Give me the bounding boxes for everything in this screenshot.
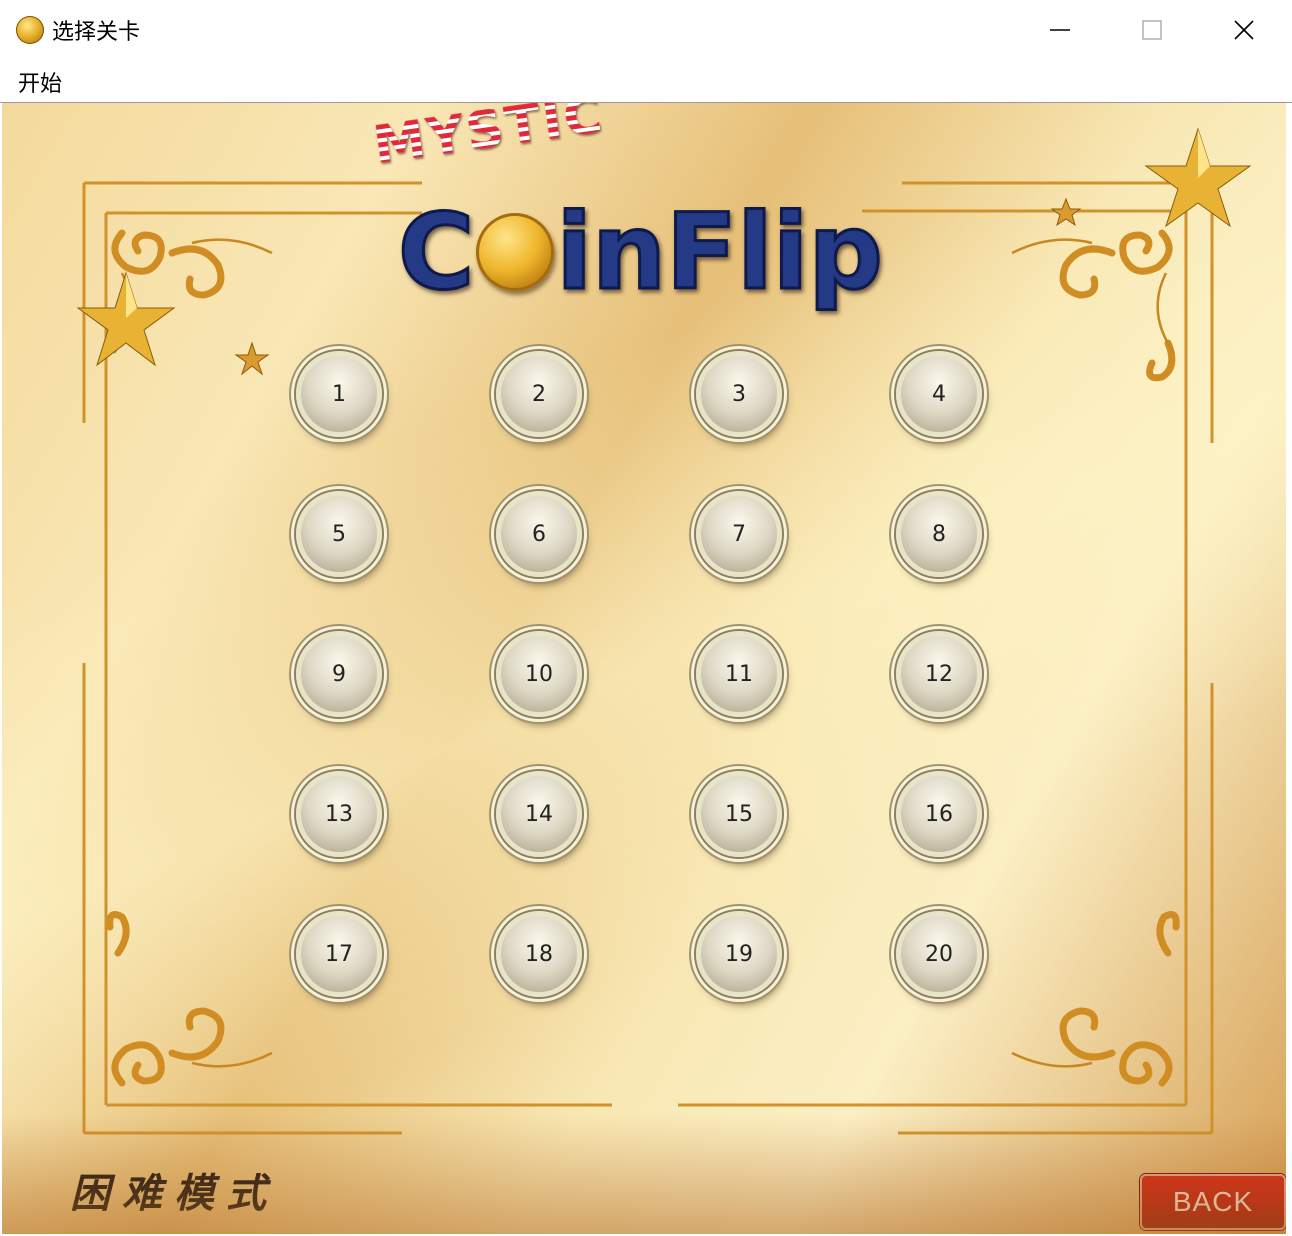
logo-letter: C [396,191,475,313]
level-button-8[interactable]: 8 [896,491,982,577]
level-number: 5 [332,521,346,547]
level-button-19[interactable]: 19 [696,911,782,997]
level-button-17[interactable]: 17 [296,911,382,997]
level-button-13[interactable]: 13 [296,771,382,857]
level-number: 6 [532,521,546,547]
level-number: 3 [732,381,746,407]
logo-letter: p [807,191,884,313]
level-number: 8 [932,521,946,547]
close-button[interactable] [1198,0,1290,60]
logo-letter: F [665,191,739,313]
maximize-button[interactable] [1106,0,1198,60]
level-number: 19 [725,941,753,967]
level-number: 10 [525,661,553,687]
game-window: 选择关卡 开始 MYSTIC C i n F l i p 1 2 3 4 5 6… [0,0,1292,1236]
level-button-9[interactable]: 9 [296,631,382,717]
menu-item-start[interactable]: 开始 [18,66,62,98]
window-title: 选择关卡 [52,20,141,45]
minimize-button[interactable] [1014,0,1106,60]
level-number: 1 [332,381,346,407]
logo-letter: n [590,191,667,313]
level-button-18[interactable]: 18 [496,911,582,997]
level-button-15[interactable]: 15 [696,771,782,857]
level-button-3[interactable]: 3 [696,351,782,437]
level-button-2[interactable]: 2 [496,351,582,437]
back-button[interactable]: BACK [1140,1174,1286,1230]
level-button-14[interactable]: 14 [496,771,582,857]
maximize-icon [1142,20,1162,40]
level-button-12[interactable]: 12 [896,631,982,717]
back-button-label: BACK [1172,1186,1254,1217]
level-number: 18 [525,941,553,967]
difficulty-mode-label: 困难模式 [70,1170,278,1217]
level-number: 12 [925,661,953,687]
level-number: 11 [725,661,753,687]
level-button-7[interactable]: 7 [696,491,782,577]
level-number: 15 [725,801,753,827]
title-bar: 选择关卡 [0,0,1292,60]
level-button-6[interactable]: 6 [496,491,582,577]
level-button-4[interactable]: 4 [896,351,982,437]
level-button-5[interactable]: 5 [296,491,382,577]
level-select-scene: MYSTIC C i n F l i p 1 2 3 4 5 6 7 8 9 1… [2,103,1286,1234]
level-button-20[interactable]: 20 [896,911,982,997]
level-number: 20 [925,941,953,967]
level-number: 4 [932,381,946,407]
minimize-icon [1050,29,1070,31]
logo-letter: l [736,191,775,313]
coin-app-icon [16,16,44,44]
logo-coin-icon [476,213,555,291]
level-button-11[interactable]: 11 [696,631,782,717]
level-number: 14 [525,801,553,827]
level-number: 9 [332,661,346,687]
level-button-16[interactable]: 16 [896,771,982,857]
level-number: 17 [325,941,353,967]
level-button-10[interactable]: 10 [496,631,582,717]
logo-letter: i [771,191,810,313]
level-number: 2 [532,381,546,407]
level-number: 13 [325,801,353,827]
logo-letter: i [555,191,594,313]
level-number: 7 [732,521,746,547]
level-grid: 1 2 3 4 5 6 7 8 9 10 11 12 13 14 15 16 1… [296,351,982,997]
menu-bar: 开始 [0,60,1292,103]
level-number: 16 [925,801,953,827]
close-icon [1234,20,1254,40]
level-button-1[interactable]: 1 [296,351,382,437]
logo-coinflip: C i n F l i p [396,191,884,313]
